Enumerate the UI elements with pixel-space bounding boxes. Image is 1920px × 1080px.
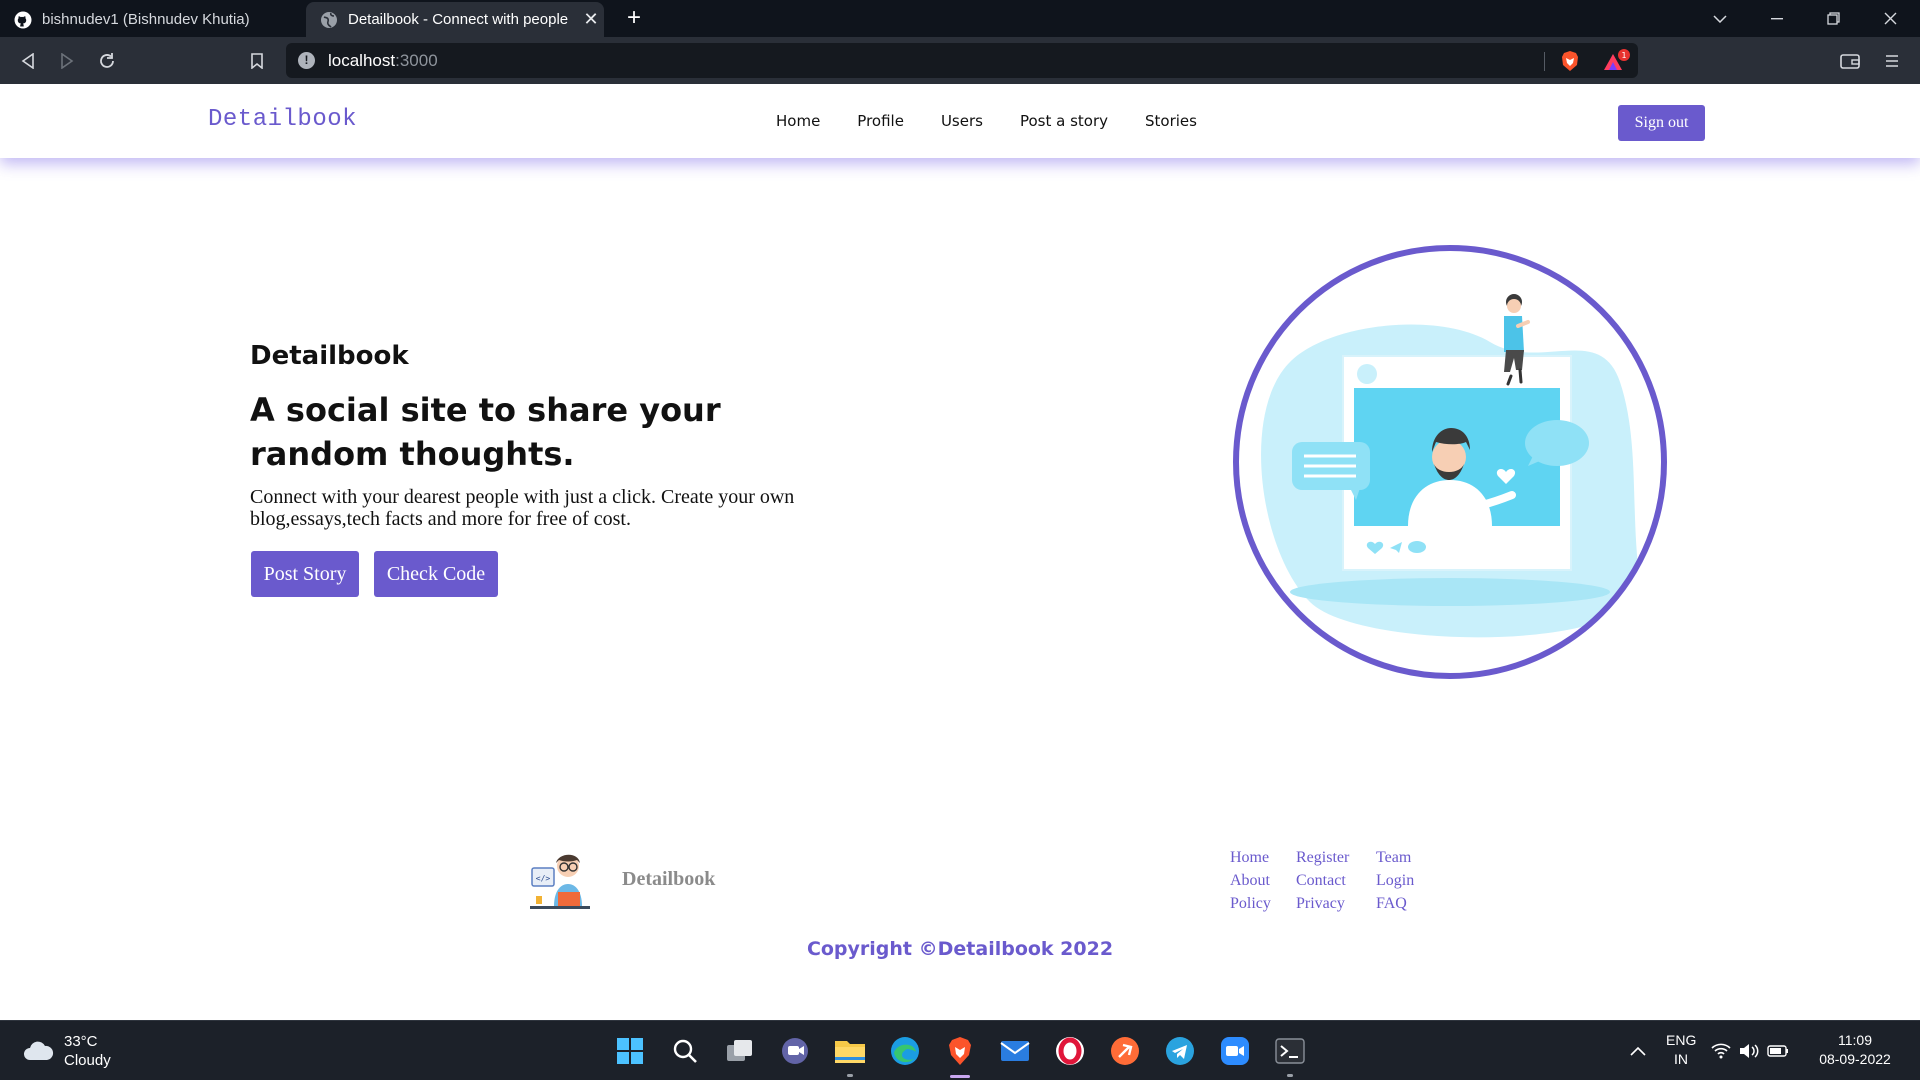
opera-icon[interactable] [1052,1033,1088,1069]
new-tab-button[interactable]: + [620,4,648,32]
wifi-icon [1711,1043,1731,1059]
globe-icon [320,11,338,29]
footer-developer-logo: </> [530,854,590,909]
postman-icon[interactable] [1107,1033,1143,1069]
post-story-button[interactable]: Post Story [251,551,359,597]
footer-brand[interactable]: Detailbook [622,868,715,891]
show-hidden-icons-chevron-icon[interactable] [1620,1033,1656,1069]
sign-out-button[interactable]: Sign out [1618,105,1705,141]
tab-search-chevron-icon[interactable] [1692,0,1748,37]
clock-time: 11:09 [1838,1032,1872,1048]
url-text: localhost:3000 [328,51,438,70]
weather-widget[interactable]: 33°C Cloudy [22,1032,111,1070]
footer-link-policy[interactable]: Policy [1230,894,1296,913]
nav-home[interactable]: Home [776,112,820,130]
github-icon [14,11,32,29]
tab-detailbook[interactable]: Detailbook - Connect with people ✕ [306,2,604,37]
tab-title: bishnudev1 (Bishnudev Khutia) [42,11,250,28]
terminal-icon[interactable] [1272,1033,1308,1077]
clock[interactable]: 11:09 08-09-2022 [1810,1031,1900,1069]
brave-rewards-icon[interactable]: 1 [1600,48,1632,74]
svg-text:</>: </> [536,874,551,883]
mail-icon[interactable] [997,1033,1033,1069]
region-code: IN [1674,1051,1688,1067]
footer-links: Home Register Team About Contact Login P… [1230,848,1414,913]
footer-link-privacy[interactable]: Privacy [1296,894,1376,913]
footer-link-register[interactable]: Register [1296,848,1376,867]
battery-icon [1767,1045,1788,1057]
language-code: ENG [1666,1032,1697,1048]
nav-stories[interactable]: Stories [1145,112,1197,130]
file-explorer-icon[interactable] [832,1033,868,1077]
back-icon[interactable] [14,47,42,75]
teams-chat-icon[interactable] [777,1033,813,1069]
site-brand[interactable]: Detailbook [208,106,357,133]
weather-temp: 33°C [64,1033,98,1050]
windows-taskbar: 33°C Cloudy ENG IN 11:09 08-09-2022 [0,1020,1920,1080]
reload-icon[interactable] [93,47,121,75]
clock-date: 08-09-2022 [1819,1051,1891,1067]
footer-link-home[interactable]: Home [1230,848,1296,867]
svg-text:1: 1 [1621,51,1626,60]
language-indicator[interactable]: ENG IN [1666,1031,1696,1069]
address-separator [1544,52,1545,71]
tab-github-profile[interactable]: bishnudev1 (Bishnudev Khutia) [0,2,302,37]
nav-users[interactable]: Users [941,112,983,130]
wallet-icon[interactable] [1836,47,1864,75]
restore-icon[interactable] [1805,0,1861,37]
edge-icon[interactable] [887,1033,923,1069]
weather-condition: Cloudy [64,1052,111,1069]
address-bar[interactable]: ! localhost:3000 1 [286,43,1638,78]
close-window-icon[interactable] [1862,0,1918,37]
cloud-icon [24,1041,54,1060]
menu-icon[interactable] [1878,47,1906,75]
nav-menu: Home Profile Users Post a story Stories [776,112,1197,130]
copyright-text: Copyright ©Detailbook 2022 [806,938,1114,960]
footer-link-team[interactable]: Team [1376,848,1414,867]
tab-title: Detailbook - Connect with people [348,11,569,28]
footer-link-contact[interactable]: Contact [1296,871,1376,890]
windows-start-icon[interactable] [612,1033,648,1069]
nav-post-a-story[interactable]: Post a story [1020,112,1108,130]
browser-tab-bar: bishnudev1 (Bishnudev Khutia) Detailbook… [0,0,1920,37]
brave-icon[interactable] [942,1033,978,1078]
site-navbar: Detailbook Home Profile Users Post a sto… [0,84,1920,158]
check-code-button[interactable]: Check Code [374,551,498,597]
hero-title: A social site to share your random thoug… [250,391,721,473]
minimize-icon[interactable] [1749,0,1805,37]
footer-link-about[interactable]: About [1230,871,1296,890]
hero-description: Connect with your dearest people with ju… [250,486,795,530]
system-tray-status[interactable] [1710,1033,1790,1069]
hero-kicker: Detailbook [250,341,409,371]
zoom-icon[interactable] [1217,1033,1253,1069]
hero-illustration [1233,245,1667,679]
telegram-icon[interactable] [1162,1033,1198,1069]
footer-link-faq[interactable]: FAQ [1376,894,1414,913]
web-page: Detailbook Home Profile Users Post a sto… [0,84,1920,1020]
brave-shields-icon[interactable] [1558,49,1582,73]
task-view-icon[interactable] [722,1033,758,1069]
close-tab-icon[interactable]: ✕ [578,9,604,30]
nav-profile[interactable]: Profile [857,112,904,130]
forward-icon[interactable] [53,47,81,75]
volume-icon [1740,1044,1759,1058]
footer-link-login[interactable]: Login [1376,871,1414,890]
site-info-icon[interactable]: ! [298,52,315,69]
bookmark-icon[interactable] [243,47,271,75]
browser-toolbar: ! localhost:3000 1 [0,37,1920,84]
search-icon[interactable] [667,1033,703,1069]
